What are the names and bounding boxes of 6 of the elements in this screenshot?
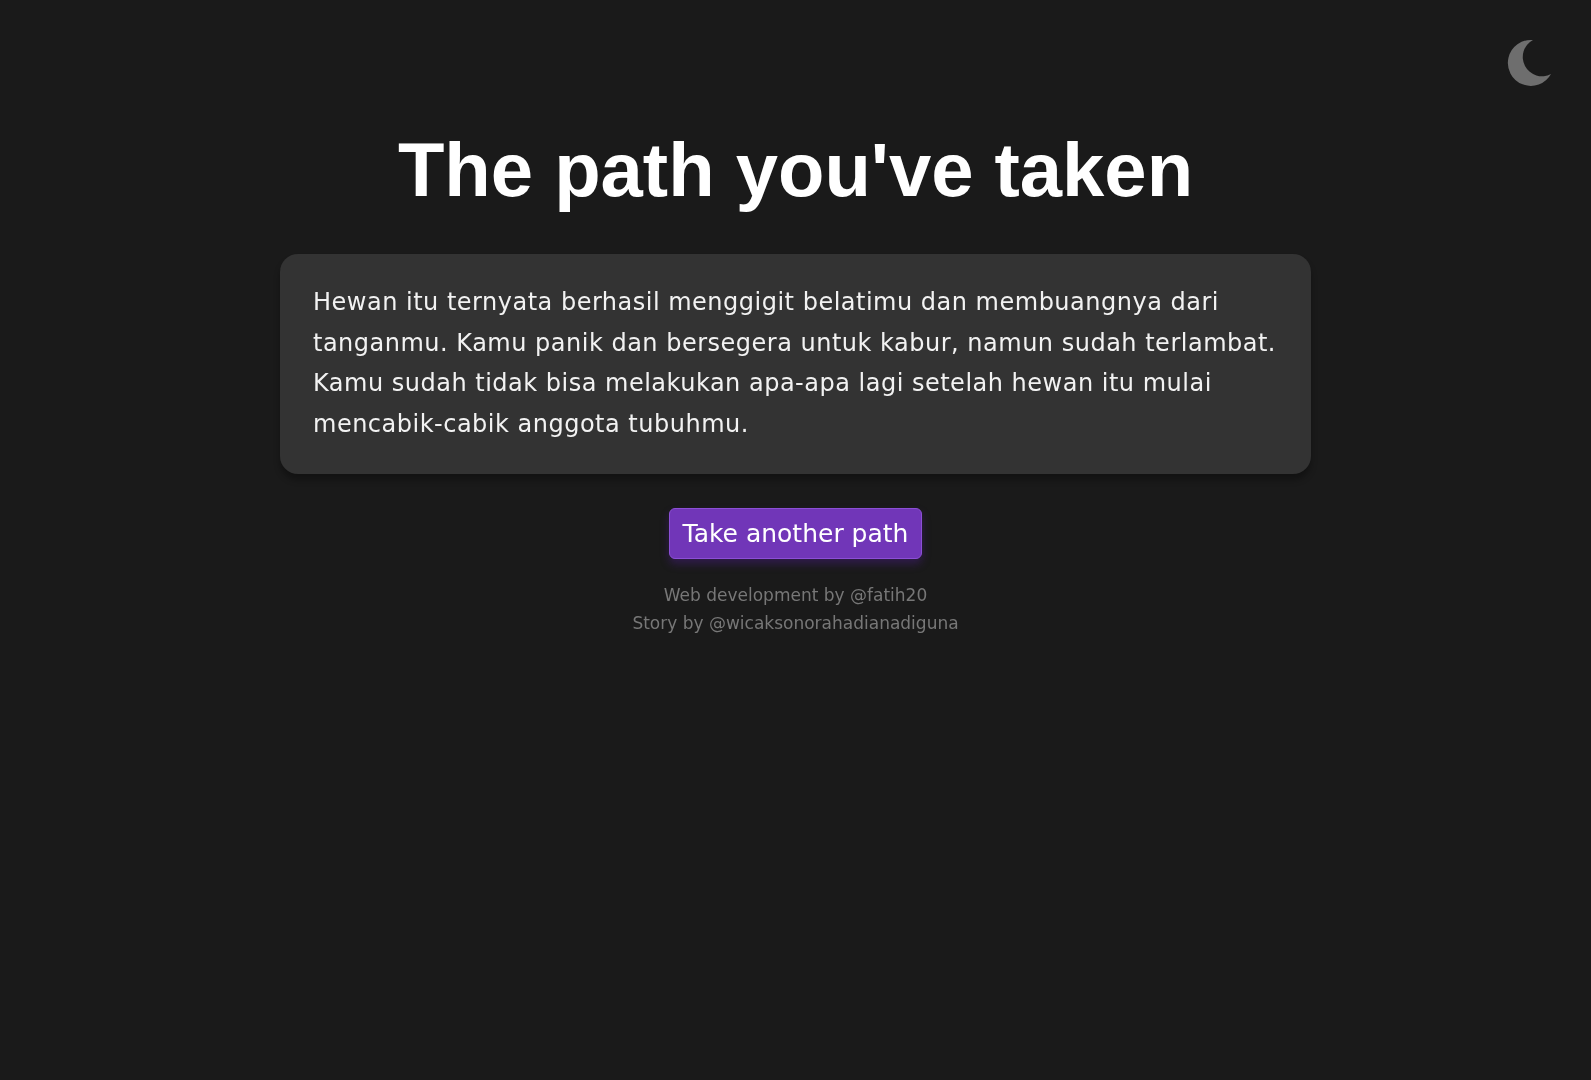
moon-icon <box>1505 38 1553 86</box>
theme-toggle-button[interactable] <box>1505 38 1553 86</box>
story-text: Hewan itu ternyata berhasil menggigit belatimu dan membuangnya dari tanganmu. Kamu panik dan bersegera untuk kabur, namun sudah terlambat. Kamu sudah tidak bisa melakukan apa-apa lagi setelah hewan itu mulai mencabik-cabik anggota tubuhmu. <box>313 287 1277 440</box>
take-another-path-button[interactable]: Take another path <box>668 508 923 559</box>
credit-text: Web development by @fatih20 <box>663 585 928 606</box>
credit-text: Story by @wicaksonorahadianadiguna <box>632 613 959 634</box>
